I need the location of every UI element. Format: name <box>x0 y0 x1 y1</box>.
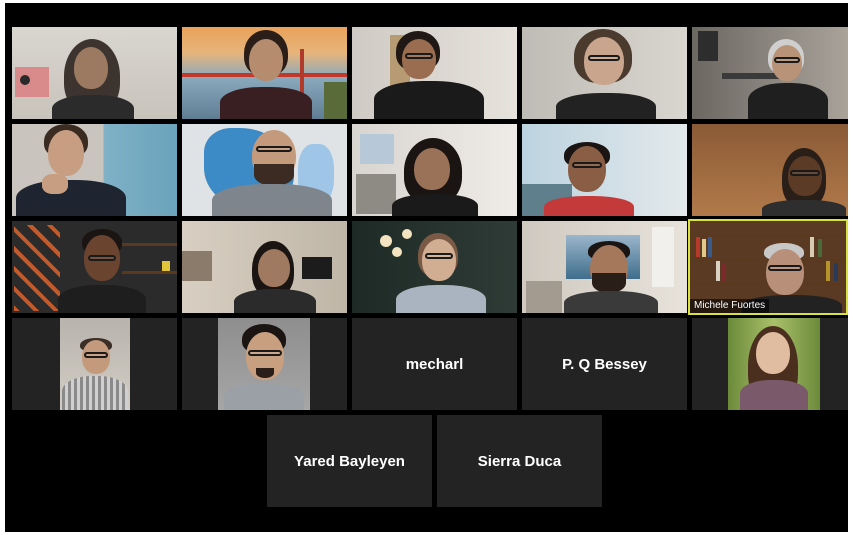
participant-name-label: Michele Fuortes <box>690 299 770 313</box>
gallery-view: Michele Fuortes mecharl P. Q Bessey Yare… <box>5 3 848 532</box>
video-tile-p16[interactable] <box>12 318 177 410</box>
participant-name-display: Sierra Duca <box>477 452 562 470</box>
participant-name-display: P. Q Bessey <box>562 355 647 373</box>
video-tile-p21[interactable]: Yared Bayleyen <box>267 415 432 507</box>
video-tile-p7[interactable] <box>182 124 347 216</box>
video-tile-p14[interactable] <box>522 221 687 313</box>
video-tile-p3[interactable] <box>352 27 517 119</box>
video-tile-p20[interactable] <box>692 318 848 410</box>
video-tile-p8[interactable] <box>352 124 517 216</box>
video-tile-p12[interactable] <box>182 221 347 313</box>
video-tile-p15[interactable]: Michele Fuortes <box>688 219 848 315</box>
video-tile-p19[interactable]: P. Q Bessey <box>522 318 687 410</box>
video-tile-p5[interactable] <box>692 27 848 119</box>
participant-name-display: Yared Bayleyen <box>294 452 405 470</box>
video-tile-p6[interactable] <box>12 124 177 216</box>
participant-name-display: mecharl <box>405 355 464 373</box>
video-tile-p13[interactable] <box>352 221 517 313</box>
video-tile-p11[interactable] <box>12 221 177 313</box>
video-tile-p22[interactable]: Sierra Duca <box>437 415 602 507</box>
video-tile-p4[interactable] <box>522 27 687 119</box>
video-tile-p17[interactable] <box>182 318 347 410</box>
video-tile-p10[interactable] <box>692 124 848 216</box>
video-tile-p9[interactable] <box>522 124 687 216</box>
video-tile-p1[interactable] <box>12 27 177 119</box>
video-tile-p2[interactable] <box>182 27 347 119</box>
video-tile-p18[interactable]: mecharl <box>352 318 517 410</box>
